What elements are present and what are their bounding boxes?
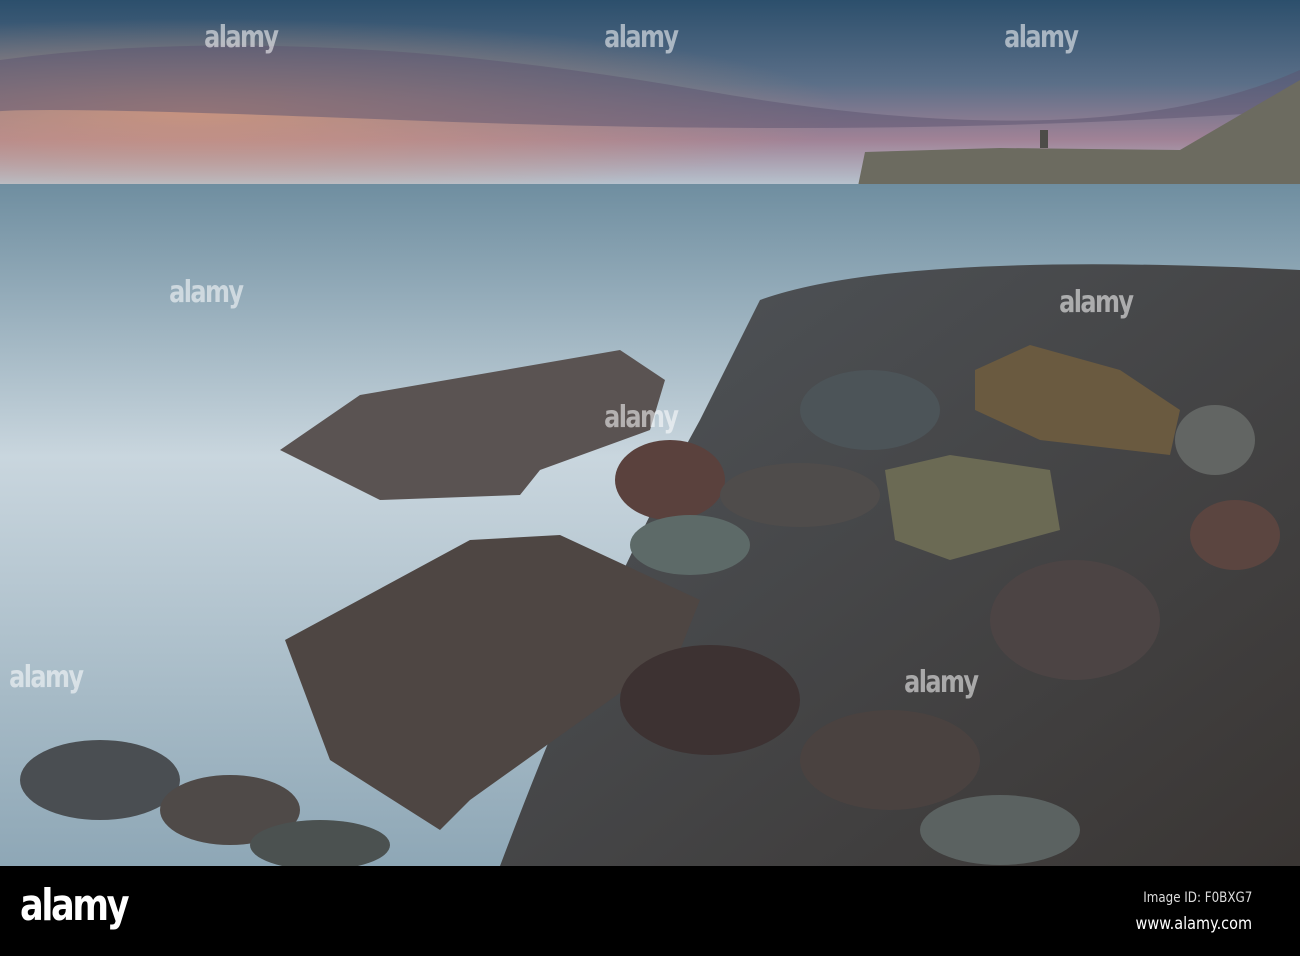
watermark-logo: alamy — [604, 400, 679, 435]
watermark-logo: alamy — [1059, 285, 1134, 320]
watermark-logo: alamy — [604, 20, 679, 55]
site-url: www.alamy.com — [1135, 914, 1252, 934]
image-id: Image ID: F0BXG7 — [1142, 890, 1252, 906]
watermark-logo: alamy — [169, 275, 244, 310]
watermark-logo: alamy — [904, 665, 979, 700]
watermark-bar: alamy Image ID: F0BXG7 www.alamy.com — [0, 866, 1300, 956]
tower — [1040, 130, 1048, 148]
watermark-logo: alamy — [1004, 20, 1079, 55]
watermark-logo: alamy — [204, 20, 279, 55]
alamy-logo: alamy — [20, 880, 130, 931]
watermark-logo: alamy — [9, 660, 84, 695]
